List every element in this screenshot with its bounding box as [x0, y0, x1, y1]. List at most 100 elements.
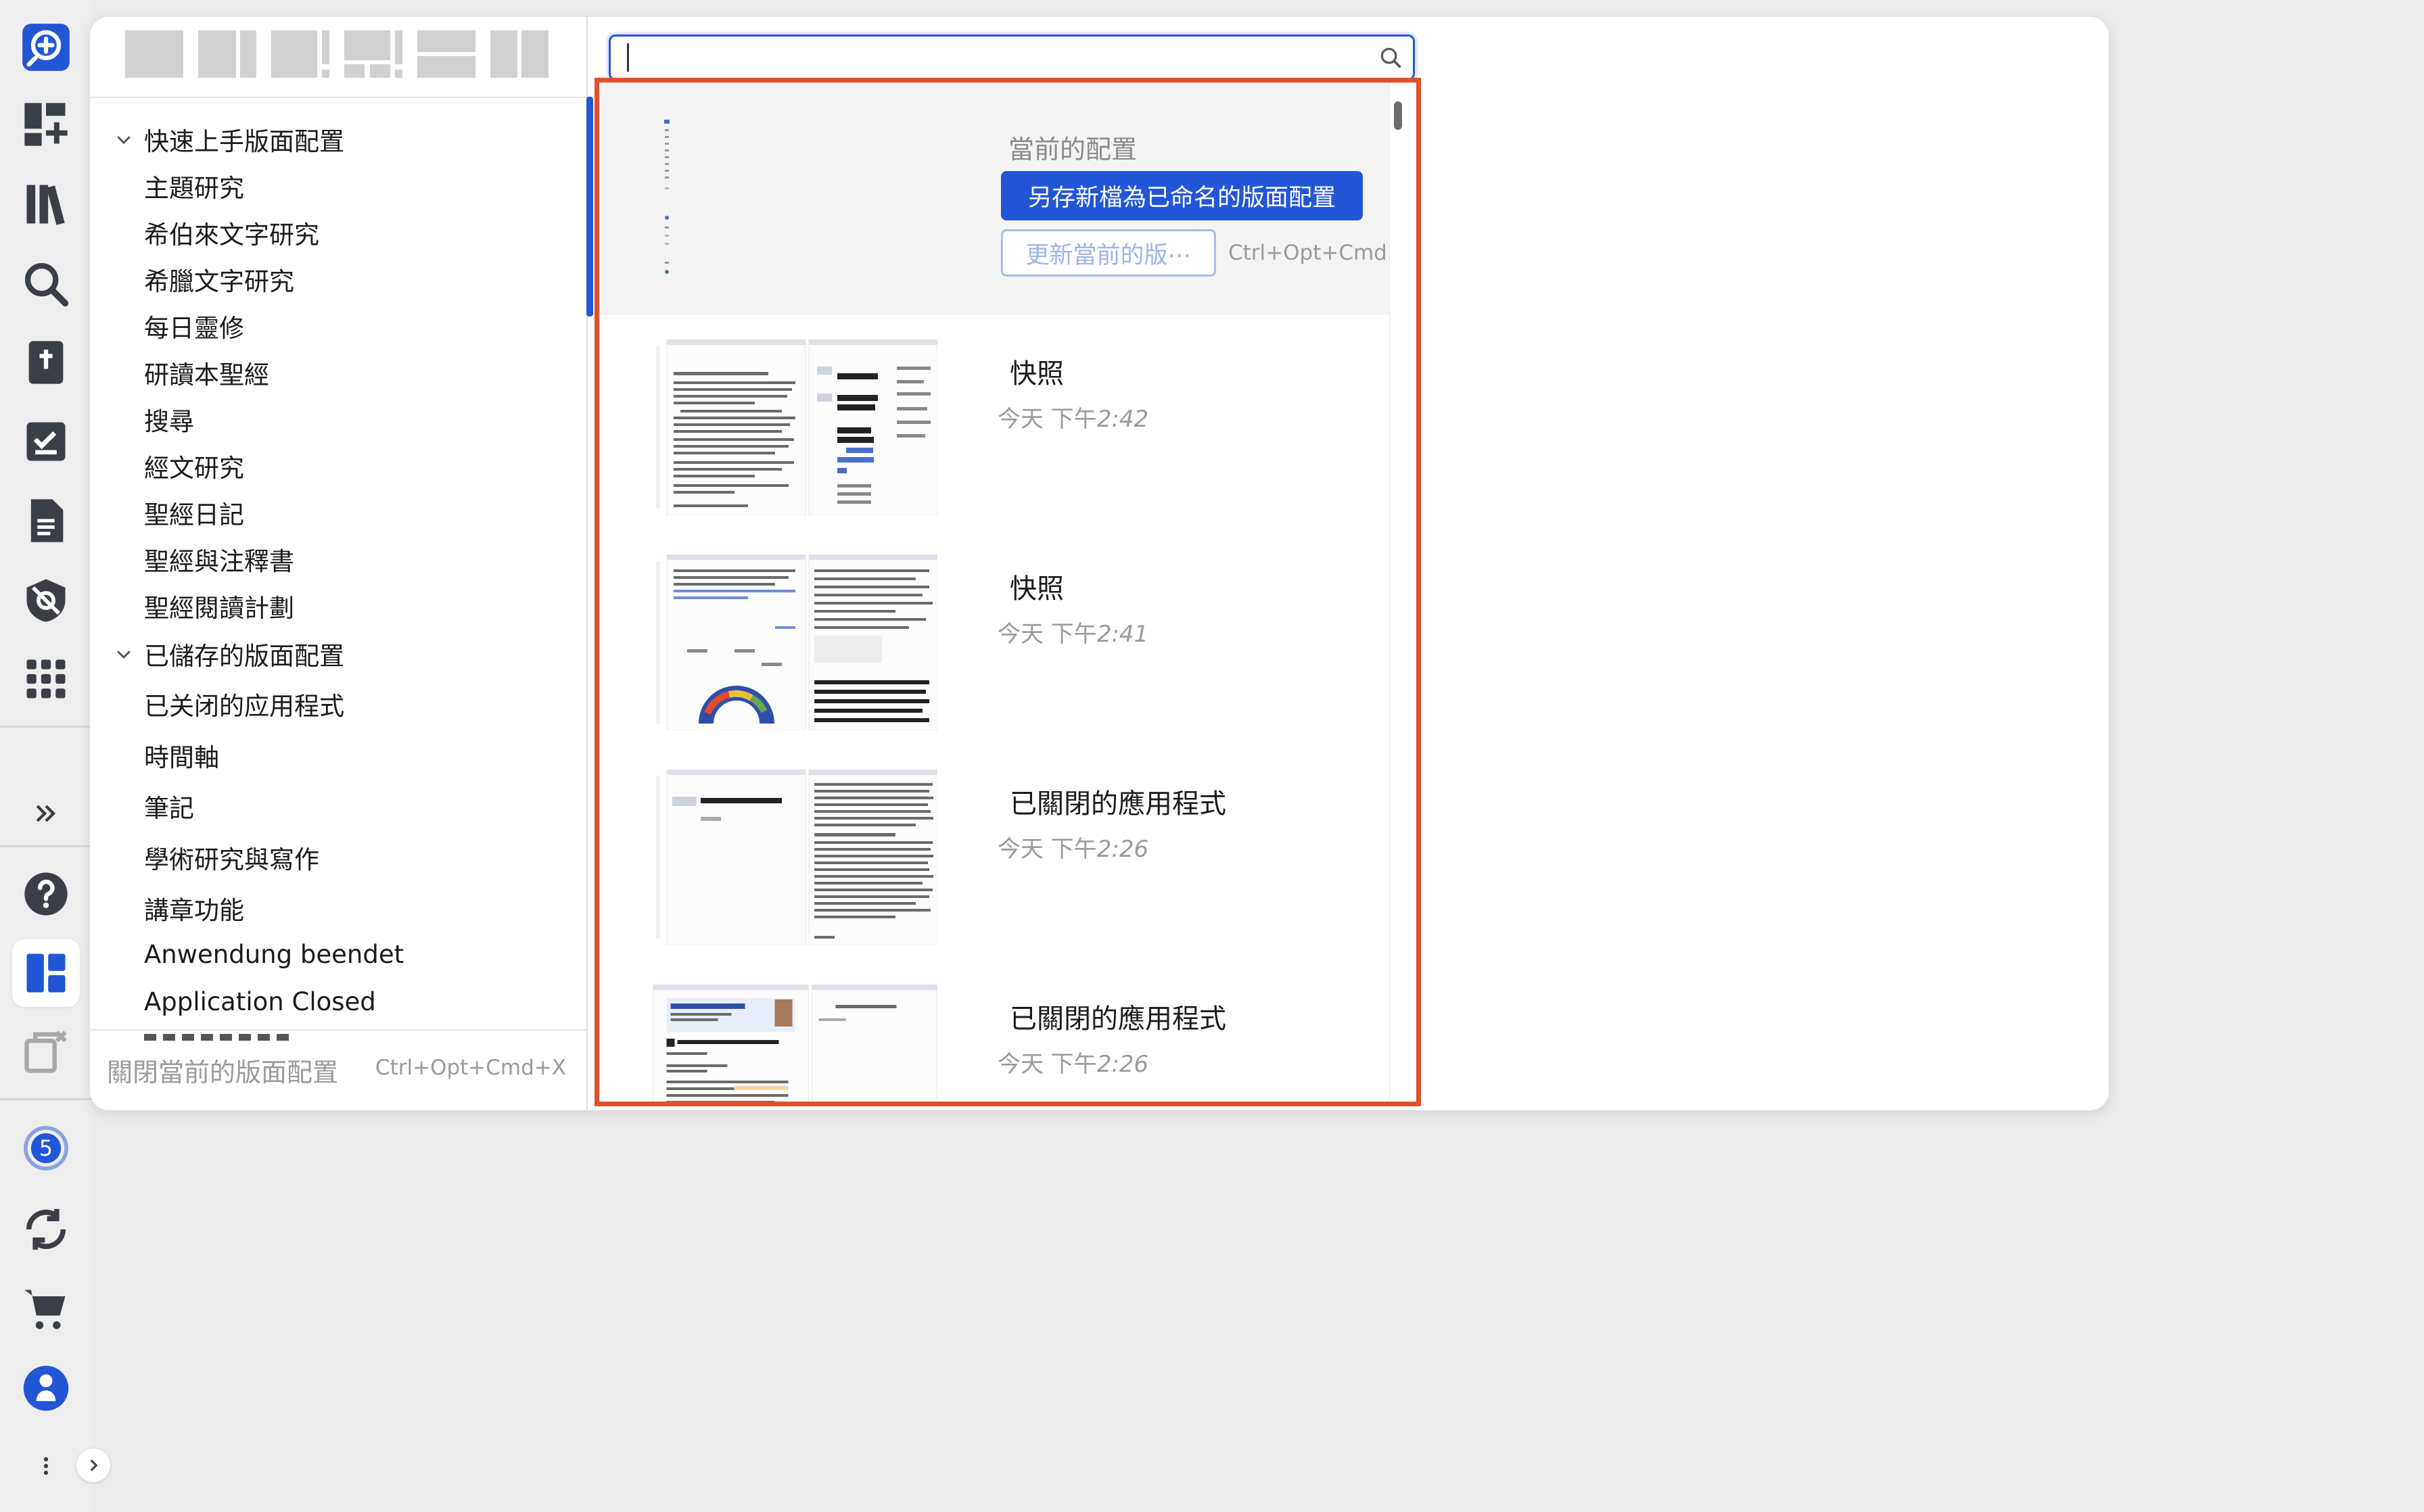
cart-icon	[24, 1290, 66, 1329]
layout-item-title: 快照	[1010, 573, 1064, 605]
tree-item-label: 每日靈修	[144, 314, 244, 343]
tree-item-clipped	[144, 1033, 401, 1041]
rail-search[interactable]	[12, 250, 80, 318]
layout-preset-two-column-wide[interactable]	[198, 30, 256, 78]
rail-search-add[interactable]	[12, 14, 80, 81]
help-icon	[24, 872, 68, 916]
search-icon	[24, 262, 69, 307]
layout-list-item[interactable]: 已關閉的應用程式 今天 下午2:26	[599, 749, 1389, 964]
tree-item[interactable]: 講章功能	[144, 885, 244, 931]
tree-item[interactable]: 筆記	[144, 783, 194, 829]
rail-close-windows[interactable]	[12, 1018, 80, 1085]
layout-thumbnail	[653, 985, 937, 1102]
layout-tree: 快速上手版面配置 主題研究 希伯來文字研究 希臘文字研究 每日靈修 研讀本聖經 …	[90, 99, 586, 1043]
layout-preset-two-column[interactable]	[490, 30, 549, 78]
rail-layouts[interactable]	[12, 939, 80, 1007]
tree-item-label: 聖經日記	[144, 500, 244, 529]
rail-sync[interactable]	[12, 1196, 80, 1263]
tree-item[interactable]: 搜尋	[144, 396, 194, 442]
tree-item-label: 希臘文字研究	[144, 267, 294, 296]
list-scroll-track	[1389, 82, 1390, 1102]
tree-item[interactable]: Application Closed	[144, 978, 376, 1024]
search-field[interactable]	[609, 34, 1415, 80]
save-as-named-layout-button[interactable]: 另存新檔為已命名的版面配置	[1001, 171, 1363, 220]
rail-collapse-toggle[interactable]	[76, 1448, 110, 1482]
tree-item[interactable]: 聖經日記	[144, 490, 244, 536]
notification-count: 5	[39, 1137, 53, 1161]
rail-more[interactable]	[17, 1432, 75, 1500]
layout-thumbnail	[653, 554, 937, 730]
tree-item-label: 時間軸	[144, 743, 219, 772]
tree-item[interactable]: 經文研究	[144, 443, 244, 489]
tree-item[interactable]: 時間軸	[144, 732, 219, 778]
rail-add-dashboard[interactable]	[12, 91, 80, 158]
tree-item-label: 聖經閱讀計劃	[144, 594, 294, 623]
time-prefix: 今天 下午	[998, 621, 1097, 648]
rail-user[interactable]	[12, 1354, 80, 1422]
rail-expand[interactable]	[12, 780, 80, 847]
layout-list: 當前的配置 另存新檔為已命名的版面配置 更新當前的版⋯ Ctrl+Opt+Cmd…	[599, 82, 1389, 1102]
layout-preset-grid-alert[interactable]	[344, 30, 402, 78]
dashboard-add-icon	[24, 103, 68, 146]
layout-list-item[interactable]: 快照 今天 下午2:42	[599, 319, 1389, 534]
layout-list-item[interactable]: 已關閉的應用程式 今天 下午2:26	[599, 964, 1389, 1102]
tree-item[interactable]: 研讀本聖經	[144, 350, 269, 396]
list-scrollbar[interactable]	[1394, 101, 1402, 130]
rail-help[interactable]	[12, 860, 80, 928]
time-prefix: 今天 下午	[998, 1051, 1097, 1078]
tree-group-saved[interactable]: 已儲存的版面配置	[103, 631, 344, 677]
rail-notifications[interactable]: 5	[12, 1114, 80, 1182]
layout-thumbnail	[653, 339, 937, 515]
layout-item-time: 今天 下午2:26	[998, 1045, 1148, 1079]
tree-item[interactable]: 希臘文字研究	[144, 256, 294, 302]
text-caret	[627, 43, 629, 72]
tree-item[interactable]: 已关闭的应用程式	[144, 681, 344, 727]
rail-document[interactable]	[12, 487, 80, 554]
rail-shield[interactable]	[12, 567, 80, 634]
tree-item[interactable]: 學術研究與寫作	[144, 834, 319, 880]
update-layout-shortcut: Ctrl+Opt+Cmd+L	[1228, 241, 1389, 265]
more-icon	[43, 1457, 49, 1475]
search-icon[interactable]	[1378, 45, 1403, 70]
chevron-down-icon[interactable]	[103, 644, 144, 664]
document-icon	[30, 499, 64, 542]
rail-apps[interactable]	[12, 645, 80, 713]
rail-divider	[0, 845, 93, 847]
tree-item-label: 經文研究	[144, 454, 244, 483]
rail-cart[interactable]	[12, 1275, 80, 1343]
tree-item[interactable]: 希伯來文字研究	[144, 210, 319, 256]
layouts-icon	[26, 953, 66, 993]
tree-item[interactable]: 聖經閱讀計劃	[144, 583, 294, 629]
tree-item-label: 筆記	[144, 794, 194, 823]
rail-library[interactable]	[12, 170, 80, 238]
sync-icon	[26, 1208, 66, 1250]
tree-item[interactable]: 聖經與注釋書	[144, 536, 294, 582]
rail-checklist[interactable]	[12, 408, 80, 475]
rail-divider	[0, 1098, 93, 1100]
layout-preset-two-column-alert[interactable]	[271, 30, 329, 78]
app-rail: 5	[0, 0, 110, 1512]
chevron-down-icon[interactable]	[103, 129, 144, 149]
notifications-icon: 5	[24, 1126, 68, 1171]
layout-item-title: 已關閉的應用程式	[1010, 1003, 1226, 1035]
tree-scrollbar[interactable]	[586, 97, 593, 316]
rail-bible[interactable]	[12, 329, 80, 396]
tree-item[interactable]: Anwendung beendet	[144, 931, 404, 977]
divider	[90, 1029, 586, 1031]
tree-item-label: 研讀本聖經	[144, 360, 269, 389]
bible-icon	[28, 341, 64, 384]
update-current-layout-button[interactable]: 更新當前的版⋯	[1001, 229, 1216, 277]
layout-preset-single[interactable]	[125, 30, 183, 78]
tree-item-label: 講章功能	[144, 896, 244, 925]
tree-group-quickstart[interactable]: 快速上手版面配置	[103, 116, 344, 162]
checklist-icon	[26, 422, 66, 461]
layout-list-item[interactable]: 快照 今天 下午2:41	[599, 534, 1389, 749]
search-input[interactable]	[627, 42, 1360, 73]
tree-item-label: Application Closed	[144, 987, 376, 1016]
user-icon	[23, 1365, 69, 1411]
tree-item[interactable]: 主題研究	[144, 163, 244, 209]
close-layout-shortcut: Ctrl+Opt+Cmd+X	[375, 1056, 566, 1080]
close-current-layout-button[interactable]: 關閉當前的版面配置	[107, 1052, 338, 1089]
tree-item[interactable]: 每日靈修	[144, 303, 244, 349]
layout-preset-stacked-rows[interactable]	[417, 30, 475, 78]
